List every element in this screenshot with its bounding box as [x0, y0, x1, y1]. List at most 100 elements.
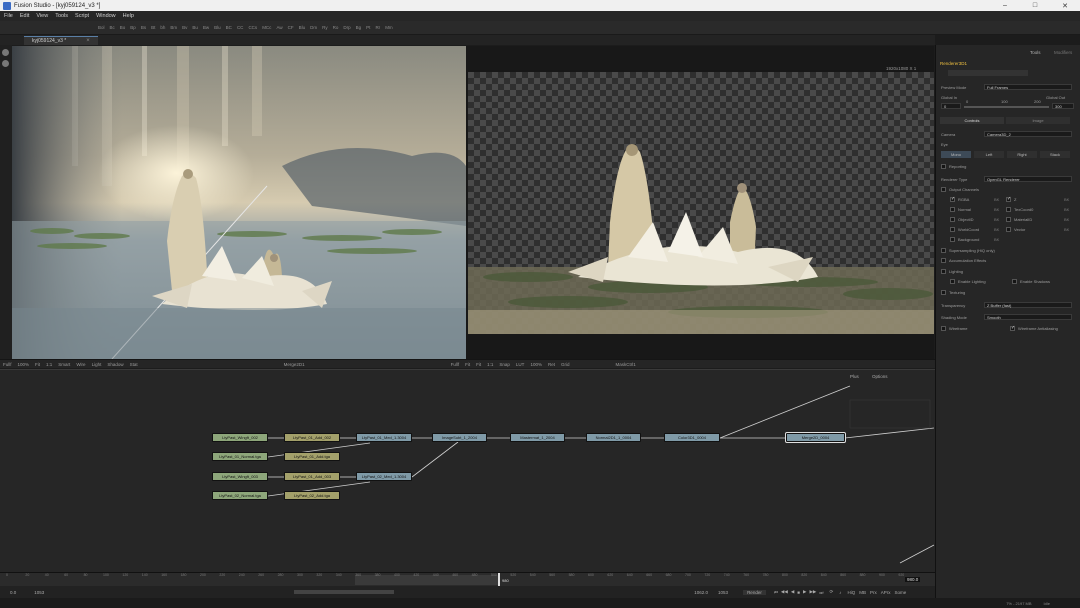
viewer-right[interactable]: [468, 72, 934, 334]
channel-normal-checkbox[interactable]: [950, 207, 955, 212]
wireframe-checkbox[interactable]: [941, 326, 946, 331]
toolbar-tool-button[interactable]: Bw: [203, 25, 209, 30]
toolbar-tool-button[interactable]: Pt: [366, 25, 370, 30]
menu-tools[interactable]: Tools: [55, 13, 68, 19]
eye-mono[interactable]: Mono: [941, 151, 971, 158]
render-button[interactable]: Render: [743, 589, 766, 595]
channel-worldcoord-checkbox[interactable]: [950, 227, 955, 232]
close-window-button[interactable]: ✕: [1050, 2, 1080, 10]
node-color-swatches[interactable]: [948, 70, 1028, 76]
toolbar-tool-button[interactable]: Bs: [141, 25, 146, 30]
node-op[interactable]: ImageSubt_1_2004: [432, 433, 487, 442]
node-op[interactable]: Mastermat_1_2004: [510, 433, 565, 442]
viewer1-shadow[interactable]: Shadow: [107, 362, 123, 367]
node-loader[interactable]: LtyPast_Wingft_002: [212, 433, 268, 442]
wireframe-aa-checkbox[interactable]: [1010, 325, 1015, 331]
prev-key-icon[interactable]: ⏮: [774, 590, 778, 595]
node-editor[interactable]: Plus Options LtyPast_Wingft_002 LtyPast_…: [0, 369, 935, 572]
node-op[interactable]: Normal2D1_1_0004: [586, 433, 641, 442]
playhead[interactable]: [498, 573, 500, 587]
channel-materialid-checkbox[interactable]: [1006, 217, 1011, 222]
viewer-toggle-icon[interactable]: [2, 60, 9, 67]
toolbar-tool-button[interactable]: Bol: [98, 25, 105, 30]
viewer1-stat[interactable]: Stat: [130, 362, 138, 367]
viewer2-grid[interactable]: Grid: [561, 362, 570, 367]
next-key-icon[interactable]: ⏭: [819, 590, 823, 595]
lighting-toggle[interactable]: [941, 269, 946, 274]
toolbar-tool-button[interactable]: Bm: [170, 25, 177, 30]
node-merge[interactable]: LtyPast_01_Add_002: [284, 433, 340, 442]
viewer2-snap[interactable]: Snap: [499, 362, 510, 367]
global-in-field[interactable]: 0: [941, 103, 961, 109]
close-tab-icon[interactable]: ×: [86, 38, 90, 44]
viewer2-zoom[interactable]: 100%: [530, 362, 542, 367]
viewer2-lut[interactable]: LUT: [516, 362, 525, 367]
toolbar-tool-button[interactable]: Bc: [110, 25, 115, 30]
supersampling-checkbox[interactable]: [941, 248, 946, 253]
viewer2-channel-select[interactable]: Fullf: [451, 362, 460, 367]
viewer2-fit[interactable]: Fit: [465, 362, 470, 367]
eye-stack[interactable]: Stack: [1040, 151, 1070, 158]
toolbar-tool-button[interactable]: Blu: [299, 25, 306, 30]
viewer2-ratio[interactable]: 1:1: [487, 362, 493, 367]
mb-toggle[interactable]: MB: [859, 590, 866, 595]
node-op[interactable]: LtyPast_01_Med_1.3004: [356, 433, 412, 442]
subtab-controls[interactable]: Controls: [940, 117, 1004, 124]
shading-mode-select[interactable]: Smooth: [984, 314, 1072, 320]
viewer2-roi[interactable]: Ret: [548, 362, 555, 367]
preview-mode-select[interactable]: Full Frames: [984, 84, 1072, 90]
toolbar-tool-button[interactable]: Ro: [333, 25, 339, 30]
viewer1-channel-select[interactable]: Fullf: [3, 362, 12, 367]
toolbar-tool-button[interactable]: CCs: [248, 25, 257, 30]
timeline-ruler[interactable]: 980 980.0 0 20 40 60 80 100 120 140 160 180 200 220…: [0, 572, 935, 587]
transparency-select[interactable]: Z Buffer (fast): [984, 302, 1072, 308]
accumulation-checkbox[interactable]: [941, 258, 946, 263]
channel-vector-checkbox[interactable]: [1006, 227, 1011, 232]
toolbar-tool-button[interactable]: Bp: [130, 25, 136, 30]
current-frame[interactable]: 980.0: [905, 577, 921, 582]
enable-lighting-checkbox[interactable]: [950, 279, 955, 284]
channel-texcoord-checkbox[interactable]: [1006, 207, 1011, 212]
node-loader[interactable]: LtyPast_01_Normal.tga: [212, 452, 268, 461]
render-end[interactable]: 1062.0: [694, 590, 708, 595]
eye-right[interactable]: Right: [1007, 151, 1037, 158]
play-icon[interactable]: ▶: [803, 589, 806, 595]
enable-shadows-checkbox[interactable]: [1012, 279, 1017, 284]
menu-script[interactable]: Script: [75, 13, 89, 19]
viewer1-light[interactable]: Light: [92, 362, 102, 367]
node-merge[interactable]: LtyPast_01_Add_003: [284, 472, 340, 481]
toolbar-tool-button[interactable]: BC: [226, 25, 232, 30]
global-out-field[interactable]: 300: [1052, 103, 1074, 109]
menu-view[interactable]: View: [36, 13, 48, 19]
renderer-type-select[interactable]: OpenGL Renderer: [984, 176, 1072, 182]
node-op[interactable]: Color3D1_0004: [664, 433, 720, 442]
channel-objectid-checkbox[interactable]: [950, 217, 955, 222]
viewer1-zoom[interactable]: 100%: [18, 362, 30, 367]
global-end[interactable]: 1053: [718, 590, 728, 595]
viewer1-smart[interactable]: Smart: [58, 362, 70, 367]
global-range-slider[interactable]: [964, 106, 1049, 108]
camera-select[interactable]: Camera3D_2: [984, 131, 1072, 137]
viewer1-ratio[interactable]: 1:1: [46, 362, 52, 367]
toolbar-tool-button[interactable]: CF: [288, 25, 294, 30]
node-merge-output[interactable]: Merge2D_0004: [785, 432, 846, 443]
toolbar-tool-button[interactable]: Bu: [192, 25, 198, 30]
viewer1-fit[interactable]: Fit: [35, 362, 40, 367]
node-merge[interactable]: LtyPast_01_Add.tga: [284, 452, 340, 461]
reporting-checkbox[interactable]: [941, 164, 946, 169]
toolbar-tool-button[interactable]: Bv: [182, 25, 187, 30]
viewer-toggle-icon[interactable]: [2, 49, 9, 56]
toolbar-tool-button[interactable]: Bo: [120, 25, 126, 30]
tab-tools[interactable]: Tools: [1030, 50, 1041, 55]
toolbar-tool-button[interactable]: Bt: [151, 25, 155, 30]
menu-file[interactable]: File: [4, 13, 13, 19]
toolbar-tool-button[interactable]: Mm: [385, 25, 393, 30]
channel-rgba-checkbox[interactable]: [950, 196, 955, 202]
tab-modifiers[interactable]: Modifiers: [1054, 50, 1072, 55]
hiq-toggle[interactable]: HiQ: [847, 590, 855, 595]
range-slider[interactable]: [294, 590, 395, 594]
prx-toggle[interactable]: Prx: [870, 590, 877, 595]
step-forward-icon[interactable]: ▶▶: [809, 589, 816, 595]
toolbar-tool-button[interactable]: Drp: [343, 25, 350, 30]
toolbar-tool-button[interactable]: Bg: [356, 25, 362, 30]
